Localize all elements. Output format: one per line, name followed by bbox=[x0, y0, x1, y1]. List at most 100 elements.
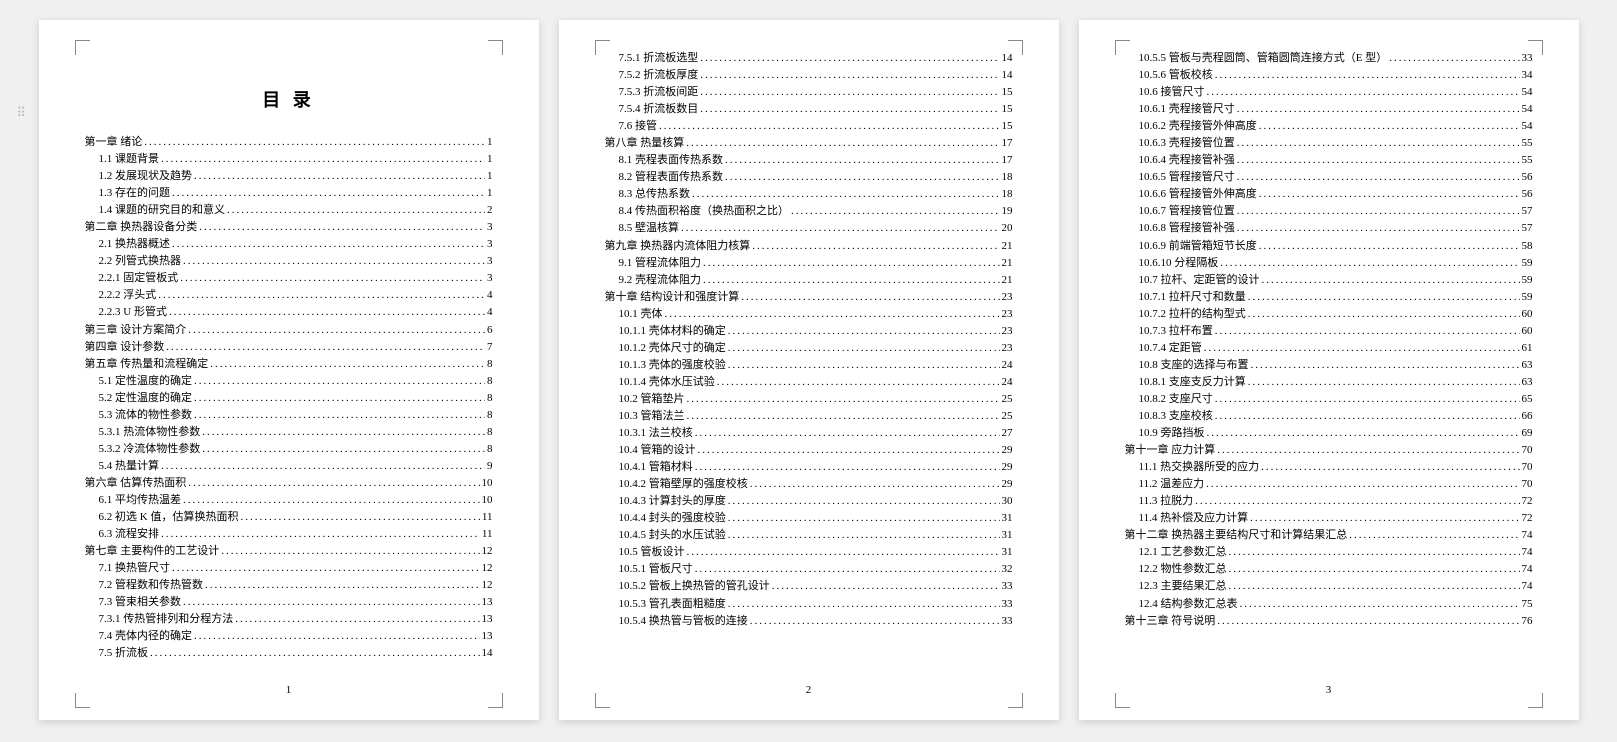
toc-entry[interactable]: 12.1 工艺参数汇总74 bbox=[1125, 544, 1533, 561]
toc-entry[interactable]: 2.2.1 固定管板式3 bbox=[85, 270, 493, 287]
toc-entry[interactable]: 10.5.3 管孔表面粗糙度33 bbox=[605, 596, 1013, 613]
toc-entry[interactable]: 10.6.5 管程接管尺寸56 bbox=[1125, 169, 1533, 186]
toc-entry[interactable]: 9.2 壳程流体阻力21 bbox=[605, 272, 1013, 289]
toc-entry[interactable]: 第一章 绪论1 bbox=[85, 134, 493, 151]
toc-entry[interactable]: 10.5.1 管板尺寸32 bbox=[605, 561, 1013, 578]
drag-handle-icon[interactable]: ⠿ bbox=[17, 110, 29, 116]
toc-entry[interactable]: 第十二章 换热器主要结构尺寸和计算结果汇总74 bbox=[1125, 527, 1533, 544]
toc-entry[interactable]: 7.5.3 折流板间距15 bbox=[605, 84, 1013, 101]
toc-entry[interactable]: 10.7.1 拉杆尺寸和数量59 bbox=[1125, 289, 1533, 306]
toc-entry[interactable]: 1.3 存在的问题1 bbox=[85, 185, 493, 202]
toc-entry[interactable]: 10.4.1 管箱材料29 bbox=[605, 459, 1013, 476]
toc-entry[interactable]: 8.2 管程表面传热系数18 bbox=[605, 169, 1013, 186]
toc-entry[interactable]: 第八章 热量核算17 bbox=[605, 135, 1013, 152]
toc-entry[interactable]: 10.6.7 管程接管位置57 bbox=[1125, 203, 1533, 220]
toc-entry[interactable]: 1.2 发展现状及趋势1 bbox=[85, 168, 493, 185]
toc-entry[interactable]: 8.3 总传热系数18 bbox=[605, 186, 1013, 203]
toc-entry[interactable]: 10.6.2 壳程接管外伸高度54 bbox=[1125, 118, 1533, 135]
toc-entry[interactable]: 10.3.1 法兰校核27 bbox=[605, 425, 1013, 442]
toc-entry[interactable]: 5.4 热量计算9 bbox=[85, 458, 493, 475]
toc-entry[interactable]: 10.7.2 拉杆的结构型式60 bbox=[1125, 306, 1533, 323]
toc-entry[interactable]: 10.2 管箱垫片25 bbox=[605, 391, 1013, 408]
toc-entry[interactable]: 5.3.1 热流体物性参数8 bbox=[85, 424, 493, 441]
toc-entry[interactable]: 第十三章 符号说明76 bbox=[1125, 613, 1533, 630]
toc-entry[interactable]: 10.6.10 分程隔板59 bbox=[1125, 255, 1533, 272]
toc-entry[interactable]: 2.2.3 U 形管式4 bbox=[85, 304, 493, 321]
toc-entry[interactable]: 10.1.3 壳体的强度校验24 bbox=[605, 357, 1013, 374]
toc-entry[interactable]: 7.5.2 折流板厚度14 bbox=[605, 67, 1013, 84]
toc-entry[interactable]: 7.6 接管15 bbox=[605, 118, 1013, 135]
toc-entry[interactable]: 7.5.4 折流板数目15 bbox=[605, 101, 1013, 118]
toc-entry[interactable]: 10.6.3 壳程接管位置55 bbox=[1125, 135, 1533, 152]
toc-entry[interactable]: 2.2 列管式换热器3 bbox=[85, 253, 493, 270]
toc-entry[interactable]: 10.3 管箱法兰25 bbox=[605, 408, 1013, 425]
toc-entry[interactable]: 2.2.2 浮头式4 bbox=[85, 287, 493, 304]
toc-entry[interactable]: 10.9 旁路挡板69 bbox=[1125, 425, 1533, 442]
toc-entry[interactable]: 11.2 温差应力70 bbox=[1125, 476, 1533, 493]
toc-entry[interactable]: 10.1.4 壳体水压试验24 bbox=[605, 374, 1013, 391]
toc-entry[interactable]: 8.4 传热面积裕度（换热面积之比）19 bbox=[605, 203, 1013, 220]
toc-entry[interactable]: 第七章 主要构件的工艺设计12 bbox=[85, 543, 493, 560]
toc-entry[interactable]: 第五章 传热量和流程确定8 bbox=[85, 356, 493, 373]
toc-entry[interactable]: 7.4 壳体内径的确定13 bbox=[85, 628, 493, 645]
toc-entry[interactable]: 12.3 主要结果汇总74 bbox=[1125, 578, 1533, 595]
toc-entry[interactable]: 10.1.1 壳体材料的确定23 bbox=[605, 323, 1013, 340]
toc-entry[interactable]: 第三章 设计方案简介6 bbox=[85, 322, 493, 339]
toc-entry[interactable]: 10.4 管箱的设计29 bbox=[605, 442, 1013, 459]
toc-entry[interactable]: 10.8.1 支座支反力计算63 bbox=[1125, 374, 1533, 391]
toc-entry[interactable]: 5.3 流体的物性参数8 bbox=[85, 407, 493, 424]
toc-entry[interactable]: 5.1 定性温度的确定8 bbox=[85, 373, 493, 390]
toc-entry[interactable]: 2.1 换热器概述3 bbox=[85, 236, 493, 253]
toc-entry[interactable]: 6.1 平均传热温差10 bbox=[85, 492, 493, 509]
toc-entry[interactable]: 10.5.6 管板校核34 bbox=[1125, 67, 1533, 84]
toc-entry[interactable]: 10.1.2 壳体尺寸的确定23 bbox=[605, 340, 1013, 357]
toc-entry[interactable]: 7.5.1 折流板选型14 bbox=[605, 50, 1013, 67]
toc-entry[interactable]: 第六章 估算传热面积10 bbox=[85, 475, 493, 492]
toc-entry[interactable]: 第十章 结构设计和强度计算23 bbox=[605, 289, 1013, 306]
toc-entry[interactable]: 10.4.2 管箱壁厚的强度校核29 bbox=[605, 476, 1013, 493]
toc-entry[interactable]: 10.6.6 管程接管外伸高度56 bbox=[1125, 186, 1533, 203]
toc-entry[interactable]: 第四章 设计参数7 bbox=[85, 339, 493, 356]
toc-entry[interactable]: 5.3.2 冷流体物性参数8 bbox=[85, 441, 493, 458]
toc-entry[interactable]: 10.7 拉杆、定距管的设计59 bbox=[1125, 272, 1533, 289]
toc-entry[interactable]: 10.6.8 管程接管补强57 bbox=[1125, 220, 1533, 237]
toc-entry[interactable]: 11.1 热交换器所受的应力70 bbox=[1125, 459, 1533, 476]
toc-entry[interactable]: 7.3.1 传热管排列和分程方法13 bbox=[85, 611, 493, 628]
toc-entry[interactable]: 7.3 管束相关参数13 bbox=[85, 594, 493, 611]
toc-entry[interactable]: 9.1 管程流体阻力21 bbox=[605, 255, 1013, 272]
toc-entry[interactable]: 12.4 结构参数汇总表75 bbox=[1125, 596, 1533, 613]
toc-entry[interactable]: 7.2 管程数和传热管数12 bbox=[85, 577, 493, 594]
toc-entry[interactable]: 第九章 换热器内流体阻力核算21 bbox=[605, 238, 1013, 255]
toc-entry[interactable]: 10.5.2 管板上换热管的管孔设计33 bbox=[605, 578, 1013, 595]
toc-entry[interactable]: 10.1 壳体23 bbox=[605, 306, 1013, 323]
toc-entry[interactable]: 10.8.2 支座尺寸65 bbox=[1125, 391, 1533, 408]
toc-entry[interactable]: 12.2 物性参数汇总74 bbox=[1125, 561, 1533, 578]
toc-entry[interactable]: 7.5 折流板14 bbox=[85, 645, 493, 662]
toc-entry[interactable]: 8.5 壁温核算20 bbox=[605, 220, 1013, 237]
toc-entry[interactable]: 10.6 接管尺寸54 bbox=[1125, 84, 1533, 101]
toc-entry[interactable]: 第十一章 应力计算70 bbox=[1125, 442, 1533, 459]
toc-entry[interactable]: 10.7.3 拉杆布置60 bbox=[1125, 323, 1533, 340]
toc-entry[interactable]: 10.6.1 壳程接管尺寸54 bbox=[1125, 101, 1533, 118]
toc-entry[interactable]: 10.8 支座的选择与布置63 bbox=[1125, 357, 1533, 374]
toc-entry[interactable]: 10.8.3 支座校核66 bbox=[1125, 408, 1533, 425]
toc-entry[interactable]: 1.1 课题背景1 bbox=[85, 151, 493, 168]
toc-entry[interactable]: 10.7.4 定距管61 bbox=[1125, 340, 1533, 357]
toc-entry[interactable]: 10.4.3 计算封头的厚度30 bbox=[605, 493, 1013, 510]
toc-entry[interactable]: 10.4.4 封头的强度校验31 bbox=[605, 510, 1013, 527]
toc-entry[interactable]: 6.2 初选 K 值，估算换热面积11 bbox=[85, 509, 493, 526]
toc-entry[interactable]: 10.6.4 壳程接管补强55 bbox=[1125, 152, 1533, 169]
toc-entry[interactable]: 1.4 课题的研究目的和意义2 bbox=[85, 202, 493, 219]
toc-entry[interactable]: 5.2 定性温度的确定8 bbox=[85, 390, 493, 407]
toc-entry[interactable]: 6.3 流程安排11 bbox=[85, 526, 493, 543]
toc-entry[interactable]: 7.1 换热管尺寸12 bbox=[85, 560, 493, 577]
toc-entry[interactable]: 10.6.9 前端管箱短节长度58 bbox=[1125, 238, 1533, 255]
toc-entry[interactable]: 第二章 换热器设备分类3 bbox=[85, 219, 493, 236]
toc-entry[interactable]: 10.5.5 管板与壳程圆筒、管箱圆筒连接方式（E 型）33 bbox=[1125, 50, 1533, 67]
toc-entry[interactable]: 11.3 拉脱力72 bbox=[1125, 493, 1533, 510]
toc-entry[interactable]: 10.5 管板设计31 bbox=[605, 544, 1013, 561]
toc-entry[interactable]: 11.4 热补偿及应力计算72 bbox=[1125, 510, 1533, 527]
toc-entry[interactable]: 8.1 壳程表面传热系数17 bbox=[605, 152, 1013, 169]
toc-entry[interactable]: 10.5.4 换热管与管板的连接33 bbox=[605, 613, 1013, 630]
toc-entry[interactable]: 10.4.5 封头的水压试验31 bbox=[605, 527, 1013, 544]
